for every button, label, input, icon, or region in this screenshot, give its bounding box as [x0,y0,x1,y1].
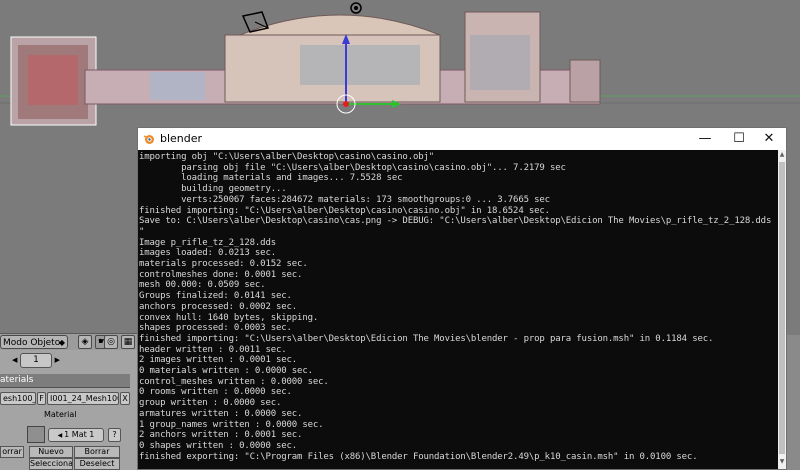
building-windows-tower [470,35,530,90]
chevron-down-icon: ◆ [58,338,65,347]
texture-blur-center [28,55,78,105]
material-label: Material [44,410,77,419]
console-line: mesh 00.000: 0.0509 sec. [139,280,266,291]
console-line: " [139,226,145,237]
scroll-up-icon[interactable]: ▲ [778,151,786,161]
maximize-button[interactable]: ☐ [722,128,756,150]
console-line: 0 shapes written : 0.0000 sec. [139,440,298,451]
new-label: Nuevo [38,447,64,456]
tab-materials[interactable]: aterials [0,374,130,388]
mode-select-label: Modo Objeto [3,338,61,348]
console-line: 0 materials written : 0.0000 sec. [139,366,313,377]
console-line: control_meshes written : 0.0000 sec. [139,376,329,387]
delete-label: Borrar [84,447,110,456]
console-line: finished exporting: "C:\Program Files (x… [139,451,698,462]
minimize-button[interactable]: — [688,128,722,150]
delete-button-left[interactable]: orrar [0,446,24,458]
console-line: verts:250067 faces:284672 materials: 173… [139,194,550,205]
console-window[interactable]: blender — ☐ ✕ importing obj "C:\Users\al… [137,127,787,470]
page-number: 1 [33,355,39,365]
console-line: Groups finalized: 0.0141 sec. [139,291,292,302]
console-line: finished importing: "C:\Users\alber\Desk… [139,333,714,344]
close-button[interactable]: ✕ [752,128,786,150]
deselect-label: Deselect [79,459,115,468]
console-line: 0 rooms written : 0.0000 sec. [139,387,292,398]
console-titlebar[interactable]: blender — ☐ ✕ [138,128,786,150]
console-line: anchors processed: 0.0002 sec. [139,301,298,312]
page-number-field[interactable]: ◀ 1 ▶ [12,353,60,368]
maximize-icon: ☐ [733,131,745,146]
delete-button[interactable]: Borrar [74,446,120,458]
object-origin-dot [343,101,349,107]
console-title: blender [160,132,203,145]
console-line: convex hull: 1640 bytes, skipping. [139,312,319,323]
new-button[interactable]: Nuevo [29,446,73,458]
material-name-value: I001_24_Mesh100_0 [50,394,118,403]
deselect-button[interactable]: Deselect [74,458,120,470]
console-line: 1 group_names written : 0.0000 sec. [139,419,324,430]
console-line: Save to: C:\Users\alber\Desktop\casino\c… [139,216,772,227]
select-button[interactable]: Seleccionar [29,458,73,470]
console-line: Image p_rifle_tz_2_128.dds [139,237,276,248]
close-icon: ✕ [763,131,775,146]
mesh-name-field[interactable]: esh100_0 [0,392,36,405]
buttons-header: Modo Objeto ◆ ◈ ☛ ◎ ▦ [0,333,140,351]
tab-materials-label: aterials [0,375,34,385]
minimize-icon: — [698,131,712,146]
scroll-down-icon[interactable]: ▼ [778,458,786,468]
console-line: building geometry... [139,184,287,195]
console-line: shapes processed: 0.0003 sec. [139,323,292,334]
console-line: header written : 0.0011 sec. [139,344,287,355]
f-toggle[interactable]: F [37,392,46,405]
lamp-core [354,6,358,10]
pivot-icon[interactable]: ◎ [104,335,118,349]
material-slot-label: 1 Mat 1 [64,430,95,439]
console-line: images loaded: 0.0213 sec. [139,248,276,259]
building-windows-left [150,72,205,100]
help-label: ? [112,430,117,439]
mesh-name-value: esh100_0 [3,394,35,403]
console-line: loading materials and images... 7.5528 s… [139,173,403,184]
building-dome [239,14,441,36]
console-line: group written : 0.0000 sec. [139,398,282,409]
unlink-button[interactable]: X [120,392,130,405]
scroll-thumb[interactable] [779,162,785,454]
console-line: armatures written : 0.0000 sec. [139,408,303,419]
layer-icon[interactable]: ▦ [121,335,135,349]
blender-logo-icon [143,135,154,144]
material-swatch[interactable] [27,426,45,443]
mode-select[interactable]: Modo Objeto ◆ [0,335,68,349]
delete-left-label: orrar [2,447,22,456]
console-line: importing obj "C:\Users\alber\Desktop\ca… [139,152,435,162]
chevron-left-icon[interactable]: ◀ [12,354,17,367]
building-right-wing [569,59,601,103]
material-buttons-panel: ◀ 1 ▶ aterials esh100_0 F I001_24_Mesh10… [0,350,140,470]
console-text: importing obj "C:\Users\alber\Desktop\ca… [138,150,778,462]
unlink-label: X [122,394,128,403]
chevron-right-icon[interactable]: ▶ [55,354,60,367]
console-line: 2 anchors written : 0.0001 sec. [139,430,303,441]
select-label: Seleccionar [30,459,73,468]
console-line: materials processed: 0.0152 sec. [139,259,308,270]
building-windows-center [300,45,420,85]
console-scrollbar[interactable]: ▲ ▼ [778,150,786,469]
f-toggle-label: F [39,394,44,403]
console-line: controlmeshes done: 0.0001 sec. [139,269,303,280]
console-line: finished importing: "C:\Users\alber\Desk… [139,205,550,216]
material-slot-selector[interactable]: ◀ 1 Mat 1 [48,428,104,442]
draw-type-icon[interactable]: ◈ [78,335,92,349]
console-line: 2 images written : 0.0001 sec. [139,355,298,366]
help-button[interactable]: ? [108,428,121,442]
console-output[interactable]: importing obj "C:\Users\alber\Desktop\ca… [138,150,778,469]
material-name-field[interactable]: I001_24_Mesh100_0 [47,392,119,405]
console-line: parsing obj file "C:\Users\alber\Desktop… [139,162,566,173]
